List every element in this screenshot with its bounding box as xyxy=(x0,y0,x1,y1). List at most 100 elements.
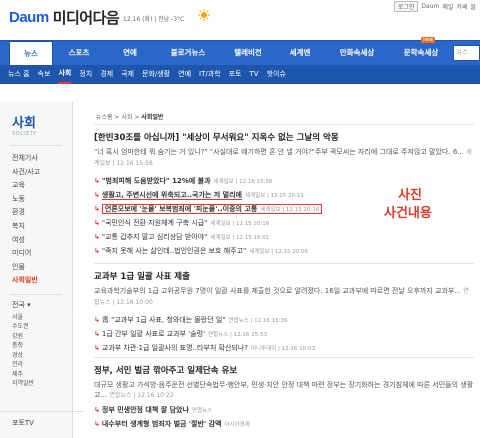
annotation-incident: 사건내용 xyxy=(384,206,432,221)
main-nav: 뉴스 스포츠 연예 블로거뉴스 텔레비전 세계엔 만화속세상 문학속세상 new… xyxy=(0,37,480,66)
article-3: 정부, 서민 벌금 깎아주고 일제단속 유보 대규모 생활고 가석방·음주운전 … xyxy=(94,364,474,432)
subnav-news-home[interactable]: 뉴스 홈 xyxy=(8,65,30,84)
related-item[interactable]: ↳ 정부 민생안정 대책 잘 담았나 연합뉴스 xyxy=(94,404,474,418)
subnav-hot-issue[interactable]: 핫이슈 xyxy=(267,65,286,84)
subnav-politics[interactable]: 정치 xyxy=(79,65,92,84)
site-name[interactable]: 미디어다음 xyxy=(53,7,120,28)
toplink-mail[interactable]: 메일 xyxy=(442,2,453,11)
subnav-culture[interactable]: 문화/생활 xyxy=(142,65,170,84)
subnav-entertainment[interactable]: 연예 xyxy=(178,65,191,84)
subnav-photo[interactable]: 포토 xyxy=(229,65,242,84)
sidebar-region-general[interactable]: 지역일반 xyxy=(12,379,72,389)
nav-tab-world[interactable]: 세계엔 xyxy=(278,41,322,65)
daum-logo[interactable]: Daum xyxy=(9,9,49,26)
article-summary: 대규모 생활고 가석방·음주운전 선별단속법무·행안부, 민생·치안 안정 대책… xyxy=(94,380,474,401)
related-item[interactable]: ↳ "교통 갑추지 말고 심리상담 받아야" 세계일보 | 12.15 16:01 xyxy=(94,231,474,245)
toplink-cafe[interactable]: 카페 xyxy=(456,2,467,11)
related-meta: 세계일보 | 12.15 20:06 xyxy=(249,249,309,255)
login-button[interactable]: 로그인 xyxy=(393,1,419,12)
related-item[interactable]: ↳ 靑 "교과부 1급 사표, 청와대는 몰랐던 일" 연합뉴스 | 12.16 1… xyxy=(94,314,474,328)
related-meta: 세계일보 | 12.15 20:16 xyxy=(210,221,270,227)
related-title[interactable]: 靑 "교과부 1급 사표, 청와대는 몰랐던 일" xyxy=(102,316,226,324)
sidebar-item-women[interactable]: 여성 xyxy=(12,234,72,248)
sidebar-region-capital[interactable]: 수도권 xyxy=(12,322,72,332)
subnav-economy[interactable]: 경제 xyxy=(100,65,113,84)
article-summary: "너 혹시 엄마한테 뭐 숨기는 거 있니?" "사실대로 얘기하면 혼 안 낼… xyxy=(94,147,474,169)
related-item[interactable]: ↳ 1급 간부 일괄 사표로 교과부 '술렁' 연합뉴스 | 12.16 15:53 xyxy=(94,328,474,342)
related-item[interactable]: ↳ 교과부 차관·1급 일괄사의 표명..타부처 확산되나? 머니투데이 | 12.… xyxy=(94,342,474,356)
sidebar-region-gyeongsang[interactable]: 경상 xyxy=(12,351,72,361)
nav-tab-blogger-news[interactable]: 블로거뉴스 xyxy=(158,41,218,65)
sidebar-region-jeolla[interactable]: 전라 xyxy=(12,360,72,370)
article-source: 연합뉴스 | 12.16 10:22 xyxy=(109,392,174,399)
toplink-daum[interactable]: Daum xyxy=(421,3,439,10)
sidebar-title: 사회 xyxy=(12,116,36,131)
new-badge: new xyxy=(421,37,436,43)
sidebar-item-incidents[interactable]: 사건/사고 xyxy=(12,166,72,180)
related-title[interactable]: 내수부터 생계형 범죄자 벌금 '절반' 감액 xyxy=(102,420,222,428)
article-title[interactable]: 교과부 1급 일괄 사표 제출 xyxy=(94,270,474,282)
subnav-society[interactable]: 사회 xyxy=(58,65,72,84)
search-input[interactable]: 뉴스 xyxy=(453,45,480,61)
region-label-text: 전국 xyxy=(12,300,25,309)
article-title[interactable]: [한빈30조를 아십니까] "세상이 무서워요" 지옥수 없는 그날의 악몽 xyxy=(94,131,474,143)
related-title[interactable]: "국민인식 전환·지원체계 구축 시급" xyxy=(102,219,208,227)
sidebar-footer-phototv[interactable]: 포토TV xyxy=(0,411,84,428)
article-body: 교육과학기술부의 1급 고위공무원 7명이 일괄 사표를 제출한 것으로 알려졌… xyxy=(94,287,464,295)
related-title[interactable]: 정부 민생안정 대책 잘 담았나 xyxy=(102,406,189,414)
sidebar-region-chungcheong[interactable]: 충청 xyxy=(12,341,72,351)
sidebar-item-environment[interactable]: 환경 xyxy=(12,206,72,220)
breadcrumb-path[interactable]: 뉴스홈 > 사회 > xyxy=(96,114,141,121)
related-title[interactable]: 1급 간부 일괄 사표로 교과부 '술렁' xyxy=(102,330,205,338)
related-title[interactable]: 생활고, 주변시선에 위축되고..국가는 저 멀리에 xyxy=(101,191,242,200)
bullet-icon: ↳ xyxy=(94,330,100,338)
related-highlight-box: 언론오보에 '눈물' 보복범죄에 '피눈물'..이중의 고통 세계일보 | 12.… xyxy=(101,204,323,214)
nav-tab-entertainment[interactable]: 연예 xyxy=(107,41,153,65)
related-item[interactable]: ↳ "죽지 못해 사는 삶인데..법인인권은 보호 해주고" 세계일보 | 12.1… xyxy=(94,245,474,259)
sidebar-item-people[interactable]: 인물 xyxy=(12,261,72,275)
sidebar-item-media[interactable]: 미디어 xyxy=(12,247,72,261)
sidebar-region-list: 서울 수도권 강원 충청 경상 전라 제주 지역일반 xyxy=(0,313,72,389)
nav-tab-literature[interactable]: 문학속세상 xyxy=(390,41,452,65)
top-header: Daum 미디어다음 12.16 (화) | 전남 -3°C 로그인 Daum … xyxy=(0,0,480,40)
sidebar-item-education[interactable]: 교육 xyxy=(12,179,72,193)
subnav-breaking[interactable]: 속보 xyxy=(38,65,51,84)
bullet-icon: ↳ xyxy=(94,219,100,227)
related-title[interactable]: "범죄피해 도움받았다" 12%에 불과 xyxy=(102,177,211,185)
related-title[interactable]: "죽지 못해 사는 삶인데..법인인권은 보호 해주고" xyxy=(102,247,246,255)
related-item[interactable]: ↳ 내수부터 생계형 범죄자 벌금 '절반' 감액 아시아경제 xyxy=(94,418,474,432)
related-meta: 세계일보 | 12.15 20:16 xyxy=(260,207,320,213)
sidebar-divider xyxy=(10,293,62,295)
article-title[interactable]: 정부, 서민 벌금 깎아주고 일제단속 유보 xyxy=(94,364,474,376)
subnav-international[interactable]: 국제 xyxy=(121,65,134,84)
breadcrumb: 뉴스홈 > 사회 > 사회일반 xyxy=(96,112,163,121)
bullet-icon: ↳ xyxy=(94,247,100,255)
related-title[interactable]: 교과부 차관·1급 일괄사의 표명..타부처 확산되나? xyxy=(102,344,248,352)
related-meta: 연합뉴스 | 12.16 15:53 xyxy=(208,332,267,338)
subnav-it-science[interactable]: IT/과학 xyxy=(199,65,221,84)
nav-tab-comics[interactable]: 만화속세상 xyxy=(328,41,386,65)
related-title[interactable]: "교통 갑추지 말고 심리상담 받아야" xyxy=(102,233,208,241)
bullet-icon: ↳ xyxy=(94,406,100,414)
nav-tab-television[interactable]: 텔레비전 xyxy=(222,41,274,65)
subnav-tv[interactable]: TV xyxy=(250,65,259,84)
sidebar-region-jeju[interactable]: 제주 xyxy=(12,370,72,380)
sidebar-region-label[interactable]: 전국 ▾ xyxy=(12,299,72,313)
toplink-blog[interactable]: 블 xyxy=(470,2,476,11)
sidebar-item-welfare[interactable]: 복지 xyxy=(12,220,72,234)
nav-tab-sports[interactable]: 스포츠 xyxy=(58,41,100,65)
sidebar-item-general[interactable]: 사회일반 xyxy=(12,274,72,288)
sidebar-region-gangwon[interactable]: 강원 xyxy=(12,332,72,342)
sidebar: 사회 SOCIETY 전체기사 사건/사고 교육 노동 환경 복지 여성 미디어… xyxy=(0,102,84,438)
related-title[interactable]: 언론오보에 '눈물' 보복범죄에 '피눈물'..이중의 고통 xyxy=(105,205,257,213)
logo[interactable]: Daum 미디어다음 xyxy=(9,7,120,28)
annotation-photo: 사진 xyxy=(398,188,422,203)
sidebar-category-list: 전체기사 사건/사고 교육 노동 환경 복지 여성 미디어 인물 사회일반 xyxy=(0,152,72,288)
sub-nav: 뉴스 홈 속보 사회 정치 경제 국제 문화/생활 연예 IT/과학 포토 TV… xyxy=(0,65,480,84)
sidebar-item-labor[interactable]: 노동 xyxy=(12,193,72,207)
bullet-icon: ↳ xyxy=(94,205,100,213)
sidebar-region-seoul[interactable]: 서울 xyxy=(12,313,72,323)
related-meta: 세계일보 | 12.15 20:11 xyxy=(244,193,304,199)
sidebar-item-all[interactable]: 전체기사 xyxy=(12,152,72,166)
nav-tab-news[interactable]: 뉴스 xyxy=(9,41,53,66)
